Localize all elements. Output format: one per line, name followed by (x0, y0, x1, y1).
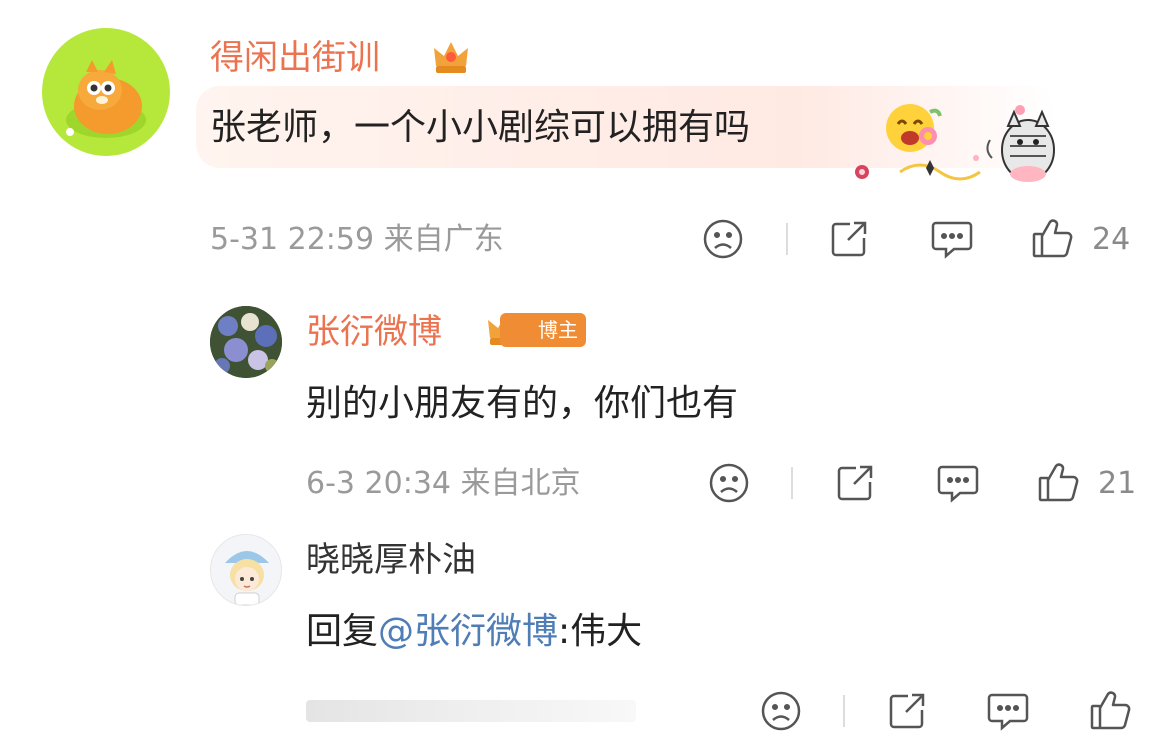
like-count: 21 (1098, 466, 1137, 501)
username[interactable]: 晓晓厚朴油 (306, 540, 476, 580)
frown-icon[interactable] (708, 462, 750, 504)
avatar[interactable] (210, 306, 282, 378)
divider (786, 223, 788, 255)
avatar[interactable] (42, 28, 170, 156)
comment-icon[interactable] (936, 462, 980, 504)
thumbs-up-icon[interactable] (1036, 460, 1080, 504)
frown-icon[interactable] (760, 690, 802, 732)
comment-meta: 6-3 20:34 来自北京 (306, 466, 581, 501)
cat-sticker-icon (850, 100, 1060, 192)
username[interactable]: 得闲出街训 (210, 38, 380, 78)
reply-body: :伟大 (558, 611, 643, 652)
divider (791, 467, 793, 499)
reply-prefix: 回复 (306, 611, 379, 652)
comment-text: 别的小朋友有的，你们也有 (306, 383, 739, 424)
reply-text: 回复@张衍微博:伟大 (306, 610, 642, 654)
divider (843, 695, 845, 727)
mention-link[interactable]: @张衍微博 (378, 611, 558, 652)
like-count: 24 (1092, 222, 1131, 257)
comment-icon[interactable] (986, 690, 1030, 732)
frown-icon[interactable] (702, 218, 744, 260)
vip-crown-icon (430, 36, 472, 78)
username[interactable]: 张衍微博 (306, 312, 442, 352)
comment-icon[interactable] (930, 218, 974, 260)
share-icon[interactable] (886, 690, 928, 732)
share-icon[interactable] (834, 462, 876, 504)
share-icon[interactable] (828, 218, 870, 260)
meta-placeholder (306, 700, 636, 722)
comment-meta: 5-31 22:59 来自广东 (210, 222, 504, 257)
comment-text: 张老师，一个小小剧综可以拥有吗 (210, 107, 751, 148)
thumbs-up-icon[interactable] (1030, 216, 1074, 260)
blogger-badge: 博主 (500, 313, 586, 347)
thumbs-up-icon[interactable] (1088, 688, 1132, 732)
avatar[interactable] (210, 534, 282, 606)
